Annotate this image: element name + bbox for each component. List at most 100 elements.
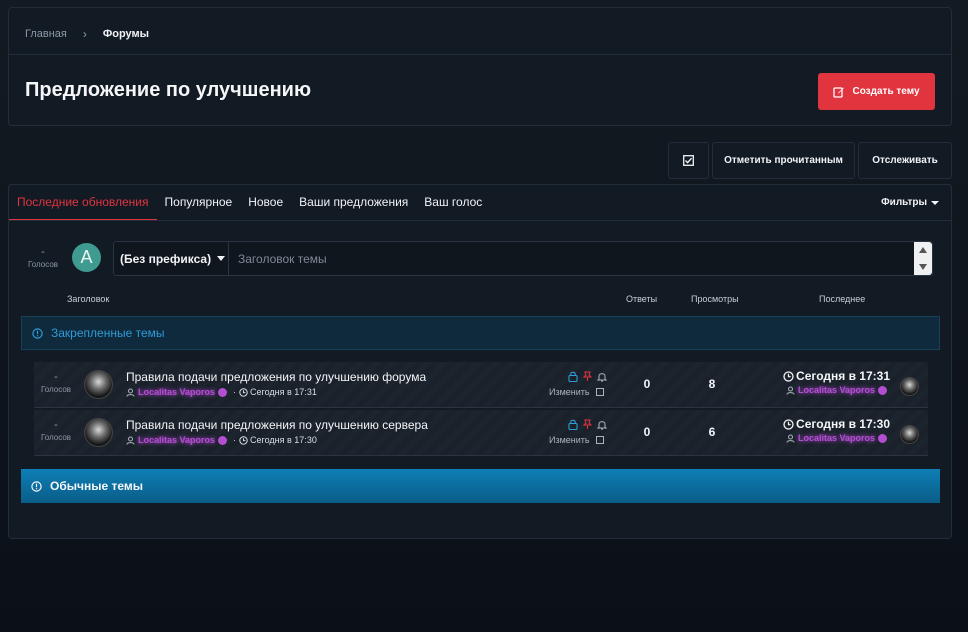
meta-separator: · [233,435,237,445]
thread-status-icons [568,419,607,430]
last-post-author: Localitas Vaporos [783,385,890,395]
avatar[interactable] [900,377,919,396]
caret-down-icon [931,200,939,205]
scroll-up-icon[interactable] [919,247,927,253]
edit-label: Изменить [549,435,590,445]
tab-your-suggestions[interactable]: Ваши предложения [291,185,416,221]
avatar[interactable] [900,425,919,444]
select-threads-button[interactable] [668,142,709,179]
last-post-date[interactable]: Сегодня в 17:31 [783,369,890,383]
thread-replies: 0 [643,377,651,391]
tabs-bar: Последние обновления Популярное Новое Ва… [9,185,490,221]
breadcrumb-home[interactable]: Главная [25,28,67,40]
thread-list-panel: Последние обновления Популярное Новое Ва… [8,184,952,539]
thread-votes: - Голосов [36,371,76,395]
tab-latest[interactable]: Последние обновления [9,185,157,221]
votes-count: - [54,419,58,431]
clock-icon [239,387,248,397]
bell-icon[interactable] [597,419,607,430]
clock-icon [239,435,248,445]
last-post-author-name[interactable]: Localitas Vaporos [798,433,875,443]
forum-header: Главная › Форумы Предложение по улучшени… [8,7,952,126]
verified-badge-icon [218,387,228,397]
thread-meta: Localitas Vaporos · Сегодня в 17:31 [126,387,317,397]
info-icon [32,327,43,339]
prefix-value: (Без префикса) [120,251,212,266]
column-last: Последнее [819,294,866,304]
select-checkbox[interactable] [595,388,604,396]
verified-badge-icon [218,435,228,445]
input-scrollbar[interactable] [914,242,932,275]
column-title: Заголовок [67,294,110,304]
edit-icon [833,86,845,98]
page-title: Предложение по улучшению [25,79,312,101]
last-post-author-name[interactable]: Localitas Vaporos [798,385,875,395]
votes-label: Голосов [40,385,72,394]
user-icon [786,386,795,395]
column-views: Просмотры [691,294,739,304]
avatar[interactable] [84,370,113,399]
verified-badge-icon [878,385,887,395]
votes-count: - [54,371,58,383]
thread-date[interactable]: Сегодня в 17:30 [250,435,317,445]
thread-title-input[interactable] [230,242,914,275]
table-row: - Голосов Правила подачи предложения по … [34,362,928,408]
thread-last-post: Сегодня в 17:30 Localitas Vaporos [783,417,890,443]
breadcrumb: Главная › Форумы [25,27,149,41]
thread-date[interactable]: Сегодня в 17:31 [250,387,317,397]
checkbox-icon [683,155,694,166]
column-replies: Ответы [626,294,658,304]
tab-your-vote[interactable]: Ваш голос [416,185,490,221]
normal-section-label: Обычные темы [50,479,143,493]
filters-label: Фильтры [881,197,927,208]
clock-icon [783,418,794,430]
select-checkbox[interactable] [595,436,604,444]
scroll-down-icon[interactable] [919,264,927,270]
create-thread-button[interactable]: Создать тему [818,73,935,110]
lock-icon [568,419,578,430]
filters-dropdown[interactable]: Фильтры [881,197,939,208]
bell-icon[interactable] [597,371,607,382]
breadcrumb-separator: › [82,27,87,41]
verified-badge-icon [878,433,887,443]
thread-edit[interactable]: Изменить [549,387,604,397]
last-post-date[interactable]: Сегодня в 17:30 [783,417,890,431]
clock-icon [783,370,794,382]
thread-replies: 0 [643,425,651,439]
lock-icon [568,371,578,382]
thread-author[interactable]: Localitas Vaporos [138,387,215,397]
votes-label: Голосов [27,260,59,269]
new-thread-votes: - Голосов [23,246,63,270]
tab-new[interactable]: Новое [240,185,291,221]
watch-button[interactable]: Отслеживать [858,142,952,179]
thread-votes: - Голосов [36,419,76,443]
pinned-section-label: Закрепленные темы [51,326,165,340]
tab-popular[interactable]: Популярное [157,185,241,221]
table-row: - Голосов Правила подачи предложения по … [34,410,928,456]
avatar[interactable] [84,418,113,447]
thread-edit[interactable]: Изменить [549,435,604,445]
thread-title[interactable]: Правила подачи предложения по улучшению … [126,370,426,384]
user-icon [786,434,795,443]
thread-views: 6 [708,425,716,439]
user-icon [126,436,135,445]
create-thread-label: Создать тему [852,86,920,97]
user-icon [126,388,135,397]
breadcrumb-current[interactable]: Форумы [103,28,149,40]
prefix-select[interactable]: (Без префикса) [114,242,229,275]
thread-views: 8 [708,377,716,391]
mark-read-button[interactable]: Отметить прочитанным [712,142,855,179]
normal-section-header: Обычные темы [21,469,940,503]
pin-icon [583,371,592,381]
header-divider [9,54,951,55]
last-post-author: Localitas Vaporos [783,433,890,443]
edit-label: Изменить [549,387,590,397]
thread-title[interactable]: Правила подачи предложения по улучшению … [126,418,428,432]
caret-down-icon [217,256,226,261]
votes-label: Голосов [40,433,72,442]
new-thread-form: (Без префикса) [113,241,933,276]
thread-author[interactable]: Localitas Vaporos [138,435,215,445]
avatar[interactable]: A [72,243,101,272]
votes-count: - [41,246,45,258]
pin-icon [583,419,592,429]
